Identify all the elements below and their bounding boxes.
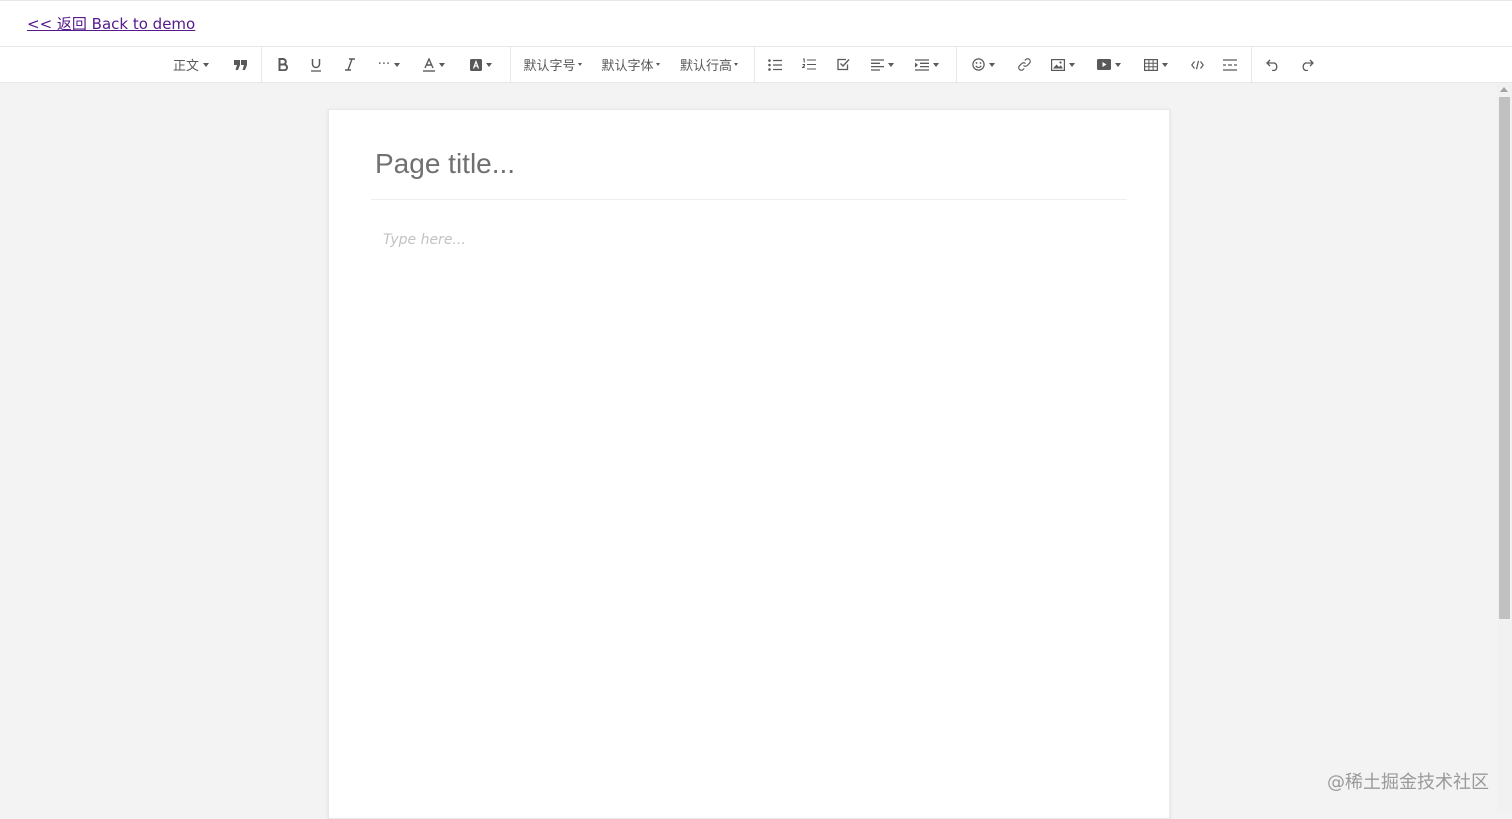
more-style-label: ··· [377,57,391,72]
numbered-list-button[interactable] [798,47,820,82]
image-icon [1051,58,1065,71]
video-caret-icon [1115,62,1121,67]
font-color-icon [423,57,435,72]
undo-button[interactable] [1262,47,1284,82]
watermark: @稀土掘金技术社区 [1327,772,1489,793]
indent-button[interactable] [911,47,943,82]
emotion-icon [971,58,985,71]
numbered-list-icon [802,58,816,71]
video-button[interactable] [1092,47,1126,82]
line-height-label: 默认行高 [679,59,732,74]
font-size-label: 默认字号 [523,59,576,74]
toolbar-divider [1251,47,1252,83]
editor-workspace: Page title... Type here... [0,83,1497,819]
indent-caret-icon [933,62,939,67]
font-size-select[interactable]: 默认字号 [520,47,585,82]
justify-caret-icon [887,62,894,67]
font-color-caret-icon [439,62,445,67]
back-to-demo-link[interactable]: << 返回 Back to demo [27,13,195,34]
font-family-caret-icon [655,63,660,66]
editor-page: Page title... Type here... [328,109,1170,819]
font-size-caret-icon [577,63,582,66]
line-height-select[interactable]: 默认行高 [676,47,742,82]
header-select[interactable]: 正文 [168,47,214,82]
scroll-up-arrow-icon[interactable] [1500,87,1508,92]
image-button[interactable] [1046,47,1080,82]
more-style-button[interactable]: ··· [372,47,406,82]
italic-icon [344,58,356,71]
indent-icon [915,58,929,71]
italic-button[interactable] [339,47,361,82]
toolbar-divider [754,47,755,83]
editor-toolbar: 正文 ··· 默认字号 默认字体 默认行高 [0,46,1512,83]
image-caret-icon [1069,62,1075,67]
toolbar-divider [510,47,511,83]
justify-icon [870,58,884,71]
bulleted-list-icon [768,58,782,71]
font-family-label: 默认字体 [601,59,654,74]
justify-button[interactable] [866,47,898,82]
emotion-button[interactable] [966,47,1000,82]
background-color-button[interactable] [464,47,498,82]
scrollbar-thumb[interactable] [1499,97,1510,619]
undo-icon [1266,59,1280,71]
editor-body-input[interactable]: Type here... [383,232,466,248]
divider-icon [1223,58,1237,71]
quote-icon [233,59,247,71]
bold-icon [278,58,288,71]
link-button[interactable] [1013,47,1035,82]
header-caret-icon [203,62,209,67]
background-color-icon [470,58,482,71]
table-caret-icon [1162,62,1168,67]
line-height-caret-icon [734,63,738,66]
bold-button[interactable] [272,47,294,82]
page-title-input[interactable]: Page title... [375,148,1127,180]
table-icon [1144,58,1158,71]
redo-icon [1300,59,1314,71]
emotion-caret-icon [988,62,995,67]
title-divider [371,199,1127,200]
toolbar-divider [956,47,957,83]
code-block-icon [1190,60,1204,70]
header-select-label: 正文 [172,59,199,74]
font-color-button[interactable] [418,47,450,82]
todo-button[interactable] [832,47,854,82]
divider-button[interactable] [1219,47,1241,82]
todo-icon [836,58,850,71]
quote-button[interactable] [227,47,253,82]
link-icon [1017,58,1031,71]
toolbar-divider [261,47,262,83]
underline-button[interactable] [305,47,327,82]
top-bar: << 返回 Back to demo [0,0,1512,46]
font-family-select[interactable]: 默认字体 [598,47,663,82]
video-icon [1097,59,1111,70]
more-caret-icon [394,62,401,67]
code-block-button[interactable] [1186,47,1208,82]
table-button[interactable] [1139,47,1173,82]
vertical-scrollbar[interactable] [1497,83,1512,812]
underline-icon [310,58,322,72]
redo-button[interactable] [1296,47,1318,82]
bulleted-list-button[interactable] [764,47,786,82]
background-color-caret-icon [486,62,492,67]
